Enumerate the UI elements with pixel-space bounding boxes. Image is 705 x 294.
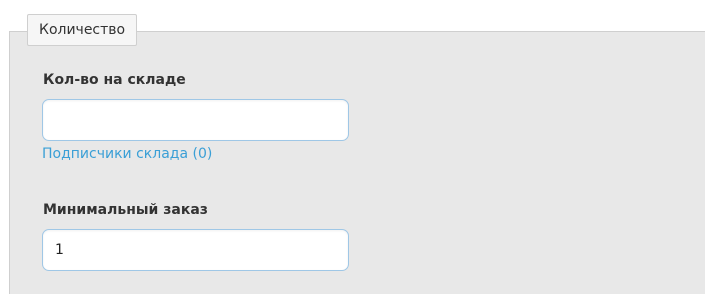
stock-subscribers-link[interactable]: Подписчики склада (0): [42, 146, 212, 162]
fieldset-legend: Количество: [27, 14, 138, 46]
stock-quantity-input[interactable]: [42, 99, 349, 141]
stock-quantity-label: Кол-во на складе: [43, 72, 186, 88]
minimum-order-label: Минимальный заказ: [43, 202, 208, 218]
minimum-order-input[interactable]: [42, 229, 349, 271]
